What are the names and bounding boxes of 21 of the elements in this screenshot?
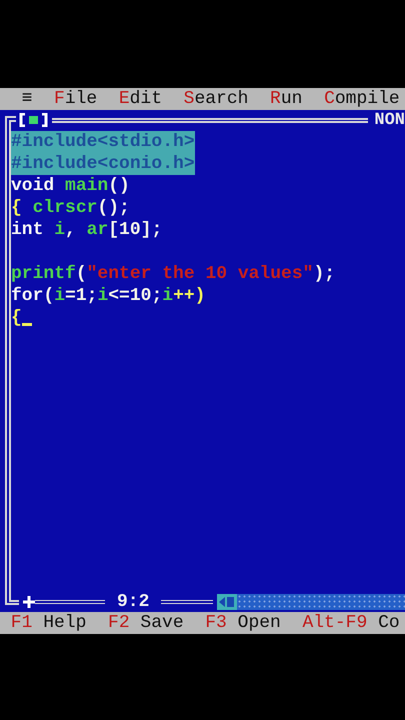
horizontal-scrollbar[interactable] xyxy=(217,594,405,610)
code-line: int i, ar[10]; xyxy=(11,219,162,241)
code-line: void main() xyxy=(11,175,130,197)
menu-item[interactable]: File xyxy=(43,88,108,110)
shortcut-hint[interactable]: F3 Open xyxy=(205,612,281,634)
menu-item[interactable]: Edit xyxy=(108,88,173,110)
cursor-position: 9:2 xyxy=(116,592,150,612)
code-line: for(i=1;i<=10;i++) xyxy=(11,285,206,307)
menu-item[interactable]: Run xyxy=(259,88,314,110)
menu-item[interactable]: Compile xyxy=(313,88,405,110)
shortcut-hint[interactable]: Alt-F9 Co xyxy=(302,612,400,634)
code-line: { clrscr(); xyxy=(11,197,130,219)
menu-item[interactable]: Search xyxy=(172,88,260,110)
shortcut-hint[interactable]: F1 Help xyxy=(10,612,86,634)
resize-icon[interactable] xyxy=(23,596,35,608)
mode-indicator: NON xyxy=(373,110,405,130)
system-menu[interactable]: ≡ xyxy=(10,88,44,110)
code-line: { xyxy=(11,307,22,329)
shortcut-hint[interactable]: F2 Save xyxy=(108,612,184,634)
close-icon[interactable] xyxy=(18,113,50,127)
code-line: printf("enter the 10 values"); xyxy=(11,263,336,285)
